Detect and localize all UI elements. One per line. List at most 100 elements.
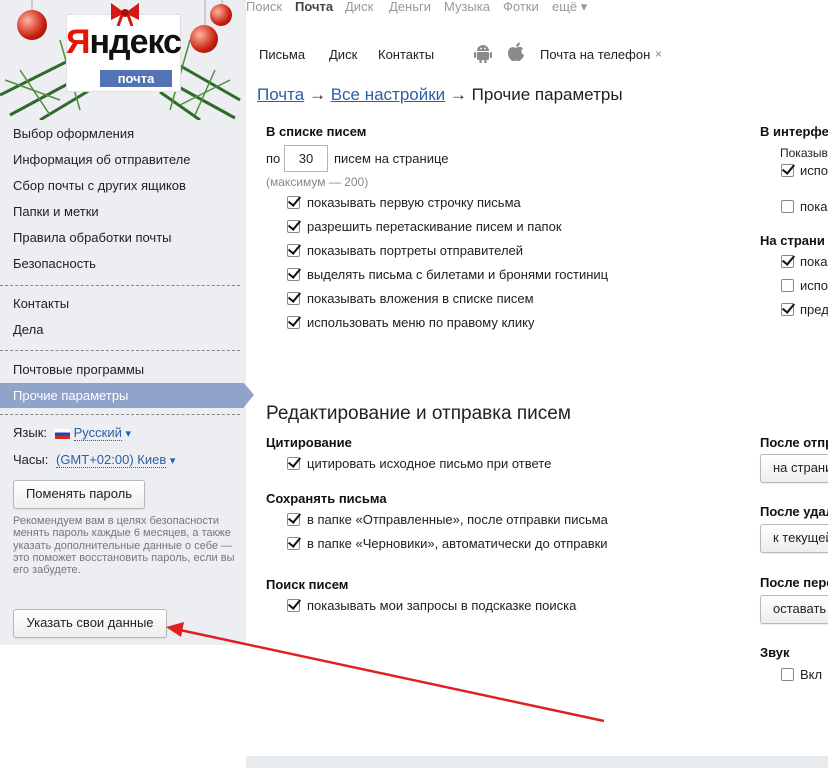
specify-own-data-button[interactable]: Указать свои данные	[13, 609, 167, 638]
breadcrumb-all-settings-link[interactable]: Все настройки	[331, 85, 445, 104]
option-label: цитировать исходное письмо при ответе	[307, 456, 552, 471]
close-icon[interactable]: ×	[655, 47, 662, 61]
checkbox-right-show[interactable]	[781, 200, 794, 213]
sidebar-item-collectors[interactable]: Сбор почты с других ящиков	[13, 178, 186, 194]
tab-mobile-mail[interactable]: Почта на телефон	[540, 47, 650, 62]
option-label: пока	[800, 199, 828, 214]
checkbox-right-pred[interactable]	[781, 303, 794, 316]
checkbox-sound[interactable]	[781, 668, 794, 681]
sidebar-item-contacts[interactable]: Контакты	[13, 296, 69, 312]
section-title-editing: Редактирование и отправка писем	[266, 403, 571, 424]
sound-heading: Звук	[760, 645, 790, 660]
checkbox-portraits[interactable]	[287, 244, 300, 257]
timezone-row: Часы: (GMT+02:00) Киев ▾	[13, 452, 175, 469]
option-label: в папке «Отправленные», после отправки п…	[307, 512, 608, 527]
checkbox-tickets[interactable]	[287, 268, 300, 281]
tab-disk[interactable]: Диск	[329, 47, 357, 62]
breadcrumb-arrow: →	[308, 85, 326, 104]
option-label: выделять письма с билетами и бронями гос…	[307, 267, 609, 282]
after-send-heading: После отпр	[760, 435, 828, 450]
service-more[interactable]: ещё ▾	[552, 0, 587, 14]
sidebar-item-filters[interactable]: Правила обработки почты	[13, 230, 172, 246]
checkbox-search-suggest[interactable]	[287, 599, 300, 612]
checkbox-right-use[interactable]	[781, 164, 794, 177]
checkbox-right-show2[interactable]	[781, 255, 794, 268]
apple-icon[interactable]	[507, 42, 525, 62]
checkbox-first-line[interactable]	[287, 196, 300, 209]
sidebar-bottom	[0, 645, 246, 768]
page-title: Прочие параметры	[471, 85, 623, 104]
option-label: в папке «Черновики», автоматически до от…	[307, 536, 608, 551]
checkbox-drag-drop[interactable]	[287, 220, 300, 233]
breadcrumb: Почта → Все настройки → Прочие параметры	[257, 85, 623, 105]
per-page-suffix: писем на странице	[334, 151, 449, 166]
page-heading: На страни	[760, 233, 825, 248]
checkbox-right-use2[interactable]	[781, 279, 794, 292]
service-photos[interactable]: Фотки	[503, 0, 539, 14]
option-label: пред	[800, 302, 828, 317]
language-row: Язык: Русский ▾	[13, 425, 131, 442]
breadcrumb-mail-link[interactable]: Почта	[257, 85, 304, 104]
option-label: использовать меню по правому клику	[307, 315, 535, 330]
russia-flag-icon	[54, 428, 70, 439]
save-heading: Сохранять письма	[266, 491, 387, 506]
option-label: пока	[800, 254, 828, 269]
service-music[interactable]: Музыка	[444, 0, 490, 14]
after-delete-select[interactable]: к текущей	[760, 524, 828, 553]
option-label: испо	[800, 278, 828, 293]
search-heading: Поиск писем	[266, 577, 349, 592]
breadcrumb-arrow: →	[449, 85, 467, 104]
android-icon[interactable]	[474, 43, 492, 63]
section-heading-list: В списке писем	[266, 124, 367, 139]
option-label: показывать вложения в списке писем	[307, 291, 534, 306]
after-send-select[interactable]: на страни	[760, 454, 828, 483]
checkbox-context-menu[interactable]	[287, 316, 300, 329]
divider	[0, 350, 240, 351]
mail-logo-badge[interactable]: почта	[100, 70, 172, 87]
divider	[0, 414, 240, 415]
chevron-down-icon[interactable]: ▾	[126, 428, 132, 440]
show-label: Показыв	[780, 146, 828, 160]
divider	[0, 285, 240, 286]
change-password-button[interactable]: Поменять пароль	[13, 480, 145, 509]
timezone-label: Часы:	[13, 452, 49, 467]
sidebar-item-sender-info[interactable]: Информация об отправителе	[13, 152, 190, 168]
sidebar-item-security[interactable]: Безопасность	[13, 256, 96, 272]
sidebar-item-theme[interactable]: Выбор оформления	[13, 126, 134, 142]
tab-letters[interactable]: Письма	[259, 47, 305, 62]
option-label: разрешить перетаскивание писем и папок	[307, 219, 562, 234]
interface-heading: В интерфе	[760, 124, 828, 139]
checkbox-attachments[interactable]	[287, 292, 300, 305]
service-money[interactable]: Деньги	[389, 0, 431, 14]
quote-heading: Цитирование	[266, 435, 352, 450]
password-note: Рекомендуем вам в целях безопасности мен…	[13, 515, 235, 577]
sidebar-item-todo[interactable]: Дела	[13, 322, 43, 338]
checkbox-save-sent[interactable]	[287, 513, 300, 526]
right-column: В интерфе Показыв испо пока На страни по…	[750, 118, 828, 708]
sidebar-item-folders[interactable]: Папки и метки	[13, 204, 99, 220]
per-page-input[interactable]	[285, 146, 327, 171]
checkbox-quote[interactable]	[287, 457, 300, 470]
timezone-select[interactable]: (GMT+02:00) Киев	[55, 452, 167, 468]
checkbox-save-drafts[interactable]	[287, 537, 300, 550]
ornament-ball	[210, 4, 232, 26]
per-page-prefix: по	[266, 151, 281, 166]
yandex-logo[interactable]: Яндекс	[66, 24, 182, 60]
tab-contacts[interactable]: Контакты	[378, 47, 434, 62]
chevron-down-icon[interactable]: ▾	[170, 455, 176, 467]
after-delete-heading: После удал	[760, 504, 828, 519]
service-mail[interactable]: Почта	[295, 0, 333, 14]
sidebar-item-mail-clients[interactable]: Почтовые программы	[13, 362, 144, 378]
option-label: показывать первую строчку письма	[307, 195, 521, 210]
service-disk[interactable]: Диск	[345, 0, 373, 14]
after-move-select[interactable]: оставать	[760, 595, 828, 624]
active-pointer	[244, 383, 254, 407]
service-search[interactable]: Поиск	[246, 0, 282, 14]
sidebar-item-other[interactable]: Прочие параметры	[13, 388, 128, 404]
language-label: Язык:	[13, 425, 47, 440]
after-move-heading: После пере	[760, 575, 828, 590]
option-label: испо	[800, 163, 828, 178]
language-select[interactable]: Русский	[73, 425, 122, 441]
ornament-ball	[190, 25, 218, 53]
max-note: (максимум — 200)	[266, 175, 369, 189]
